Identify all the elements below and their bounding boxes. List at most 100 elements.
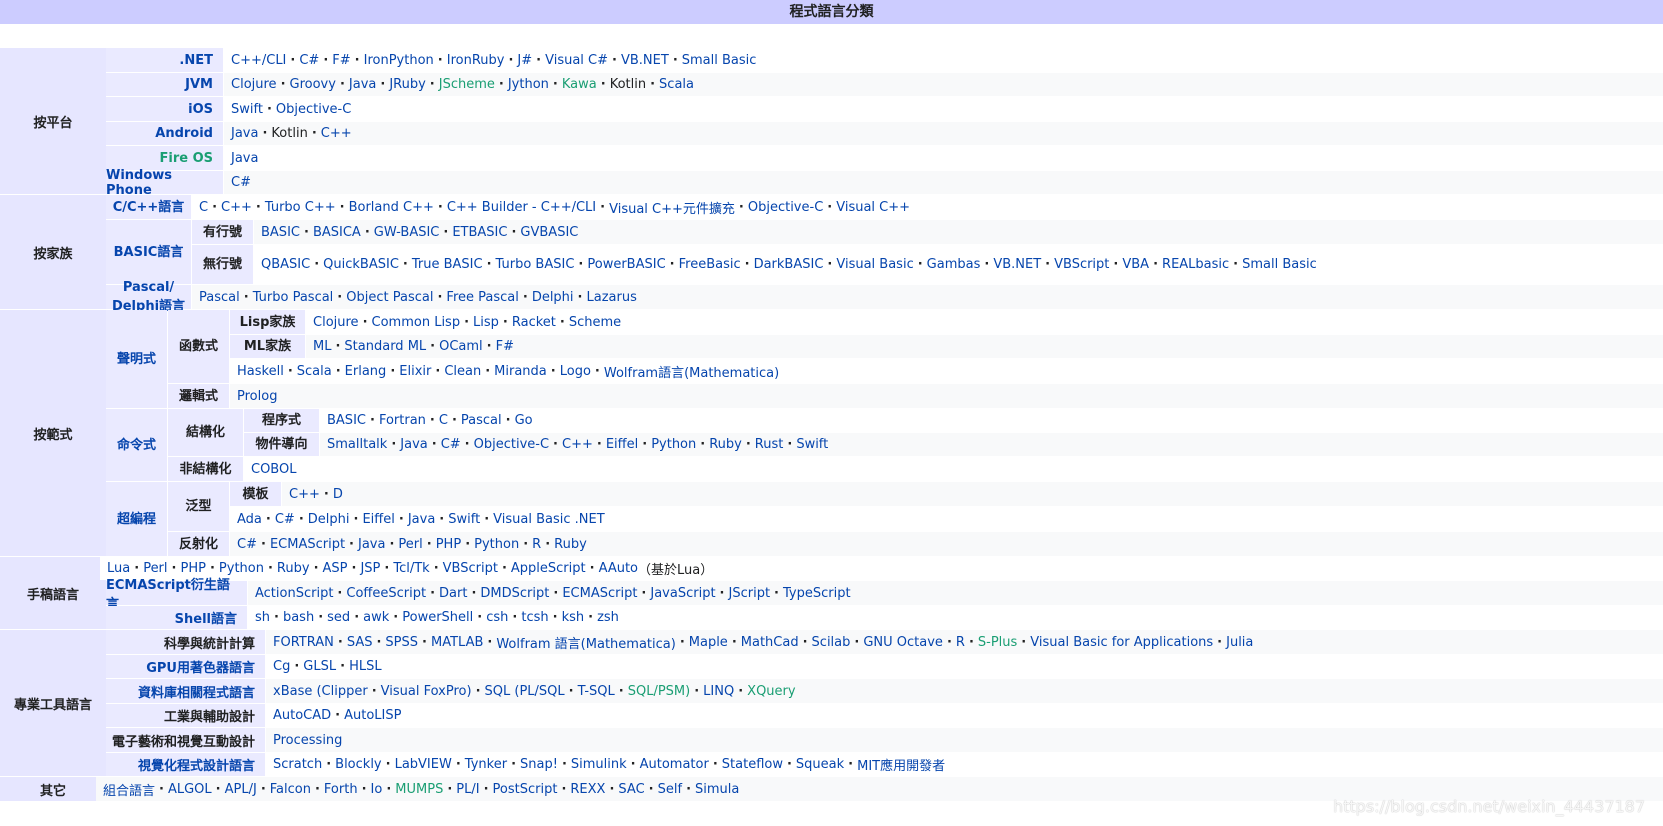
language-link[interactable]: XQuery (747, 684, 795, 699)
language-link[interactable]: Falcon (270, 782, 311, 797)
row-header[interactable]: 非結構化 (168, 457, 243, 481)
language-link[interactable]: ML (313, 339, 331, 354)
language-link[interactable]: Delphi (532, 290, 574, 305)
language-link[interactable]: ALGOL (168, 782, 212, 797)
row-header[interactable]: 命令式 (106, 409, 167, 481)
row-header[interactable]: BASIC語言 (106, 220, 191, 284)
language-link[interactable]: MIT應用開發者 (857, 755, 945, 774)
language-link[interactable]: Scilab (812, 635, 851, 650)
language-link[interactable]: R (532, 537, 541, 552)
language-link[interactable]: SQL/PSM) (628, 684, 691, 699)
language-link[interactable]: Processing (273, 733, 342, 748)
language-link[interactable]: Jython (508, 77, 549, 92)
language-link[interactable]: Swift (448, 512, 480, 527)
language-link[interactable]: Visual C++ (836, 200, 910, 215)
language-link[interactable]: PowerBASIC (587, 257, 665, 272)
language-link[interactable]: APL/J (225, 782, 257, 797)
language-link[interactable]: Stateflow (722, 757, 783, 772)
language-link[interactable]: C++ (562, 437, 593, 452)
language-link[interactable]: T-SQL (578, 684, 615, 699)
language-link[interactable]: Standard ML (344, 339, 426, 354)
language-link[interactable]: Tynker (465, 757, 507, 772)
language-link[interactable]: REALbasic (1162, 257, 1229, 272)
language-link[interactable]: C# (237, 537, 257, 552)
language-link[interactable]: Cg (273, 659, 290, 674)
row-header[interactable]: 視覺化程式設計語言 (106, 753, 265, 776)
language-link[interactable]: HLSL (349, 659, 382, 674)
language-link[interactable]: Turbo BASIC (496, 257, 575, 272)
language-link[interactable]: JScheme (439, 77, 495, 92)
language-link[interactable]: Turbo C++ (265, 200, 336, 215)
language-link[interactable]: Squeak (796, 757, 844, 772)
language-link[interactable]: Wolfram語言(Mathematica) (604, 362, 779, 381)
language-link[interactable]: Visual Basic (836, 257, 913, 272)
language-link[interactable]: VBA (1122, 257, 1149, 272)
language-link[interactable]: Tcl/Tk (393, 561, 429, 576)
row-header[interactable]: Android (106, 122, 223, 145)
language-link[interactable]: PostScript (493, 782, 558, 797)
language-link[interactable]: AppleScript (511, 561, 586, 576)
language-link[interactable]: C++/CLI (231, 53, 286, 68)
language-link[interactable]: R (956, 635, 965, 650)
language-link[interactable]: Java (231, 151, 258, 166)
language-link[interactable]: bash (283, 610, 314, 625)
language-link[interactable]: TypeScript (783, 586, 851, 601)
language-link[interactable]: JSP (360, 561, 380, 576)
language-link[interactable]: Prolog (237, 389, 277, 404)
language-link[interactable]: 組合語言 (103, 780, 155, 799)
language-link[interactable]: C (199, 200, 208, 215)
language-link[interactable]: CoffeeScript (346, 586, 426, 601)
row-header[interactable]: Pascal/ Delphi語言 (106, 280, 191, 314)
language-link[interactable]: Delphi (308, 512, 350, 527)
row-header[interactable]: 無行號 (192, 245, 253, 284)
language-link[interactable]: Perl (398, 537, 422, 552)
language-link[interactable]: Ruby (554, 537, 587, 552)
language-link[interactable]: DMDScript (480, 586, 549, 601)
language-link[interactable]: Simulink (571, 757, 627, 772)
language-link[interactable]: Visual FoxPro) (381, 684, 472, 699)
row-header[interactable]: 工業與輔助設計 (106, 704, 265, 727)
language-link[interactable]: FORTRAN (273, 635, 334, 650)
language-link[interactable]: True BASIC (412, 257, 483, 272)
language-link[interactable]: C++ (289, 487, 320, 502)
language-link[interactable]: Lazarus (587, 290, 637, 305)
language-link[interactable]: IronRuby (447, 53, 505, 68)
language-link[interactable]: DarkBASIC (754, 257, 824, 272)
language-link[interactable]: Fortran (379, 413, 426, 428)
row-header[interactable]: C/C++語言 (106, 195, 191, 219)
language-link[interactable]: Clojure (313, 315, 359, 330)
row-header[interactable]: Shell語言 (106, 606, 247, 629)
language-link[interactable]: OCaml (439, 339, 483, 354)
language-link[interactable]: BASIC (261, 225, 300, 240)
language-link[interactable]: Eiffel (362, 512, 394, 527)
language-link[interactable]: REXX (570, 782, 605, 797)
language-link[interactable]: PHP (436, 537, 461, 552)
row-header[interactable]: 有行號 (192, 220, 253, 244)
language-link[interactable]: Smalltalk (327, 437, 387, 452)
language-link[interactable]: zsh (597, 610, 619, 625)
row-header[interactable]: 反射化 (168, 532, 229, 556)
language-link[interactable]: Kotlin (271, 126, 307, 141)
language-link[interactable]: Rust (755, 437, 784, 452)
language-link[interactable]: Visual C# (545, 53, 608, 68)
language-link[interactable]: xBase (Clipper (273, 684, 368, 699)
language-link[interactable]: Gambas (927, 257, 981, 272)
language-link[interactable]: C# (275, 512, 295, 527)
language-link[interactable]: BASIC (327, 413, 366, 428)
language-link[interactable]: JRuby (389, 77, 425, 92)
language-link[interactable]: Java (358, 537, 385, 552)
row-header[interactable]: 超編程 (106, 482, 167, 556)
row-header[interactable]: 函數式 (168, 310, 229, 383)
language-link[interactable]: Eiffel (606, 437, 638, 452)
language-link[interactable]: Objective-C (276, 102, 351, 117)
language-link[interactable]: Clean (444, 364, 481, 379)
row-header[interactable]: 物件導向 (244, 433, 319, 456)
language-link[interactable]: Miranda (494, 364, 547, 379)
language-link[interactable]: Scala (659, 77, 694, 92)
language-link[interactable]: ksh (562, 610, 585, 625)
language-link[interactable]: MATLAB (431, 635, 483, 650)
language-link[interactable]: Small Basic (1242, 257, 1317, 272)
language-link[interactable]: ECMAScript (270, 537, 345, 552)
language-link[interactable]: AutoLISP (344, 708, 401, 723)
language-link[interactable]: PL/I (456, 782, 479, 797)
